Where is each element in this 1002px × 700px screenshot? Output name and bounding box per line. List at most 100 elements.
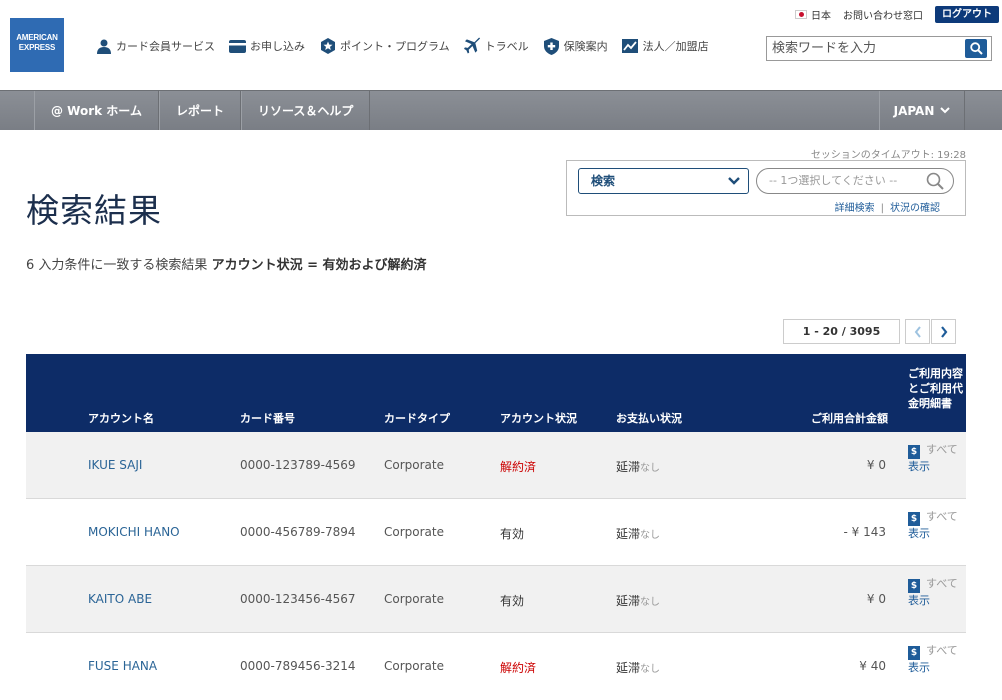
card-number: 0000-123456-4567	[240, 592, 356, 606]
nav-insurance[interactable]: 保険案内	[543, 37, 608, 55]
japan-flag-icon	[795, 9, 807, 19]
star-badge-icon	[319, 38, 336, 54]
status-check-link[interactable]: 状況の確認	[890, 203, 940, 214]
main-navigation: @ Work ホーム レポート リソース＆ヘルプ JAPAN	[0, 90, 1002, 130]
account-status: 解約済	[500, 661, 537, 675]
card-type: Corporate	[384, 525, 444, 539]
col-card-number[interactable]: カード番号	[240, 410, 295, 426]
total-amount: ¥ 0	[866, 458, 886, 472]
page-title: 検索結果	[26, 191, 162, 230]
card-icon	[229, 38, 246, 54]
result-summary: 6 入力条件に一致する検索結果 アカウント状況 = 有効および解約済	[26, 254, 427, 273]
col-account-name[interactable]: アカウント名	[88, 410, 154, 426]
view-statement-link[interactable]: $ すべて表示	[908, 509, 964, 542]
payment-status: 延滞なし	[616, 527, 661, 541]
table-row: IKUE SAJI 0000-123789-4569 Corporate 解約済…	[26, 432, 966, 499]
country-selector[interactable]: JAPAN	[879, 91, 965, 130]
country-link[interactable]: 日本	[811, 7, 831, 22]
col-card-type[interactable]: カードタイプ	[384, 410, 450, 426]
site-search-input[interactable]	[767, 38, 963, 59]
total-amount: ¥ 40	[859, 659, 886, 673]
chevron-down-icon	[940, 107, 951, 114]
logout-button[interactable]: ログアウト	[935, 5, 999, 23]
view-statement-link[interactable]: $ すべて表示	[908, 576, 964, 609]
col-total-amount[interactable]: ご利用合計金額	[811, 410, 888, 426]
account-search-panel: 検索 -- 1つ選択してください -- 詳細検索 | 状況の確認	[566, 160, 966, 216]
account-status: 解約済	[500, 460, 537, 474]
view-statement-link[interactable]: $ すべて表示	[908, 643, 964, 676]
col-payment-status[interactable]: お支払い状況	[616, 410, 682, 426]
card-number: 0000-456789-7894	[240, 525, 356, 539]
session-timeout: セッションのタイムアウト: 19:28	[811, 146, 966, 161]
account-status: 有効	[500, 594, 525, 608]
tab-resources-help[interactable]: リソース＆ヘルプ	[240, 91, 371, 130]
account-name-link[interactable]: KAITO ABE	[88, 592, 152, 606]
card-number: 0000-123789-4569	[240, 458, 356, 472]
payment-status: 延滞なし	[616, 594, 661, 608]
nav-corporate[interactable]: 法人／加盟店	[622, 38, 709, 54]
nav-travel[interactable]: トラベル	[463, 37, 529, 54]
chart-icon	[622, 38, 639, 54]
nav-card-member[interactable]: カード会員サービス	[95, 38, 215, 54]
nav-label: 保険案内	[563, 40, 608, 53]
table-row: FUSE HANA 0000-789456-3214 Corporate 解約済…	[26, 633, 966, 700]
table-header: アカウント名 カード番号 カードタイプ アカウント状況 お支払い状況 ご利用合計…	[26, 354, 966, 432]
result-summary-text: 入力条件に一致する検索結果	[38, 258, 208, 273]
search-icon	[969, 42, 983, 55]
prev-page-button[interactable]	[905, 319, 930, 344]
contact-link[interactable]: お問い合わせ窓口	[843, 7, 923, 22]
next-page-button[interactable]	[931, 319, 956, 344]
utility-bar: 日本 お問い合わせ窓口 ログアウト	[795, 5, 1002, 23]
account-name-link[interactable]: FUSE HANA	[88, 659, 157, 673]
total-amount: ¥ 0	[866, 592, 886, 606]
tab-work-home[interactable]: @ Work ホーム	[34, 91, 159, 130]
chevron-right-icon	[940, 325, 947, 338]
logo-text-line2: EXPRESS	[18, 43, 56, 52]
nav-label: カード会員サービス	[116, 40, 215, 53]
tab-reports[interactable]: レポート	[158, 91, 241, 130]
result-count: 6	[26, 258, 35, 273]
search-type-select[interactable]: 検索	[578, 168, 749, 194]
chevron-down-icon	[728, 177, 740, 185]
col-statement: ご利用内容とご利用代金明細書	[908, 367, 963, 410]
card-type: Corporate	[384, 458, 444, 472]
statement-icon: $	[908, 512, 920, 526]
top-navigation: カード会員サービス お申し込み ポイント・プログラム トラベル 保険案内 法人／	[95, 36, 723, 56]
nav-points[interactable]: ポイント・プログラム	[319, 38, 450, 54]
advanced-search-link[interactable]: 詳細検索	[835, 203, 875, 214]
search-type-value: 検索	[591, 174, 616, 188]
nav-label: トラベル	[484, 40, 529, 53]
col-account-status[interactable]: アカウント状況	[500, 410, 577, 426]
site-header: AMERICAN EXPRESS 日本 お問い合わせ窓口 ログアウト カード会員…	[0, 0, 1002, 90]
criteria-placeholder: -- 1つ選択してください --	[769, 174, 898, 187]
card-number: 0000-789456-3214	[240, 659, 356, 673]
account-status: 有効	[500, 527, 525, 541]
logo-text-line1: AMERICAN	[16, 33, 58, 42]
chevron-left-icon	[914, 325, 921, 338]
person-icon	[95, 38, 112, 54]
search-icon[interactable]	[926, 172, 944, 190]
country-label: JAPAN	[893, 103, 935, 118]
search-criteria-input[interactable]: -- 1つ選択してください --	[756, 168, 954, 194]
airplane-icon	[463, 37, 481, 54]
account-name-link[interactable]: MOKICHI HANO	[88, 525, 180, 539]
statement-icon: $	[908, 646, 920, 660]
site-search	[766, 36, 992, 61]
card-type: Corporate	[384, 592, 444, 606]
table-row: KAITO ABE 0000-123456-4567 Corporate 有効 …	[26, 566, 966, 633]
nav-label: 法人／加盟店	[642, 40, 709, 53]
account-name-link[interactable]: IKUE SAJI	[88, 458, 142, 472]
nav-apply[interactable]: お申し込み	[229, 38, 305, 54]
pagination-range: 1 - 20 / 3095	[783, 319, 900, 344]
total-amount: - ¥ 143	[843, 525, 887, 539]
nav-label: ポイント・プログラム	[340, 40, 450, 53]
site-search-button[interactable]	[965, 39, 987, 58]
amex-logo[interactable]: AMERICAN EXPRESS	[10, 18, 64, 72]
search-links: 詳細検索 | 状況の確認	[834, 203, 940, 214]
result-condition: アカウント状況 = 有効および解約済	[211, 258, 427, 273]
view-statement-link[interactable]: $ すべて表示	[908, 442, 964, 475]
table-row: MOKICHI HANO 0000-456789-7894 Corporate …	[26, 499, 966, 566]
nav-label: お申し込み	[250, 40, 305, 53]
payment-status: 延滞なし	[616, 460, 661, 474]
payment-status: 延滞なし	[616, 661, 661, 675]
